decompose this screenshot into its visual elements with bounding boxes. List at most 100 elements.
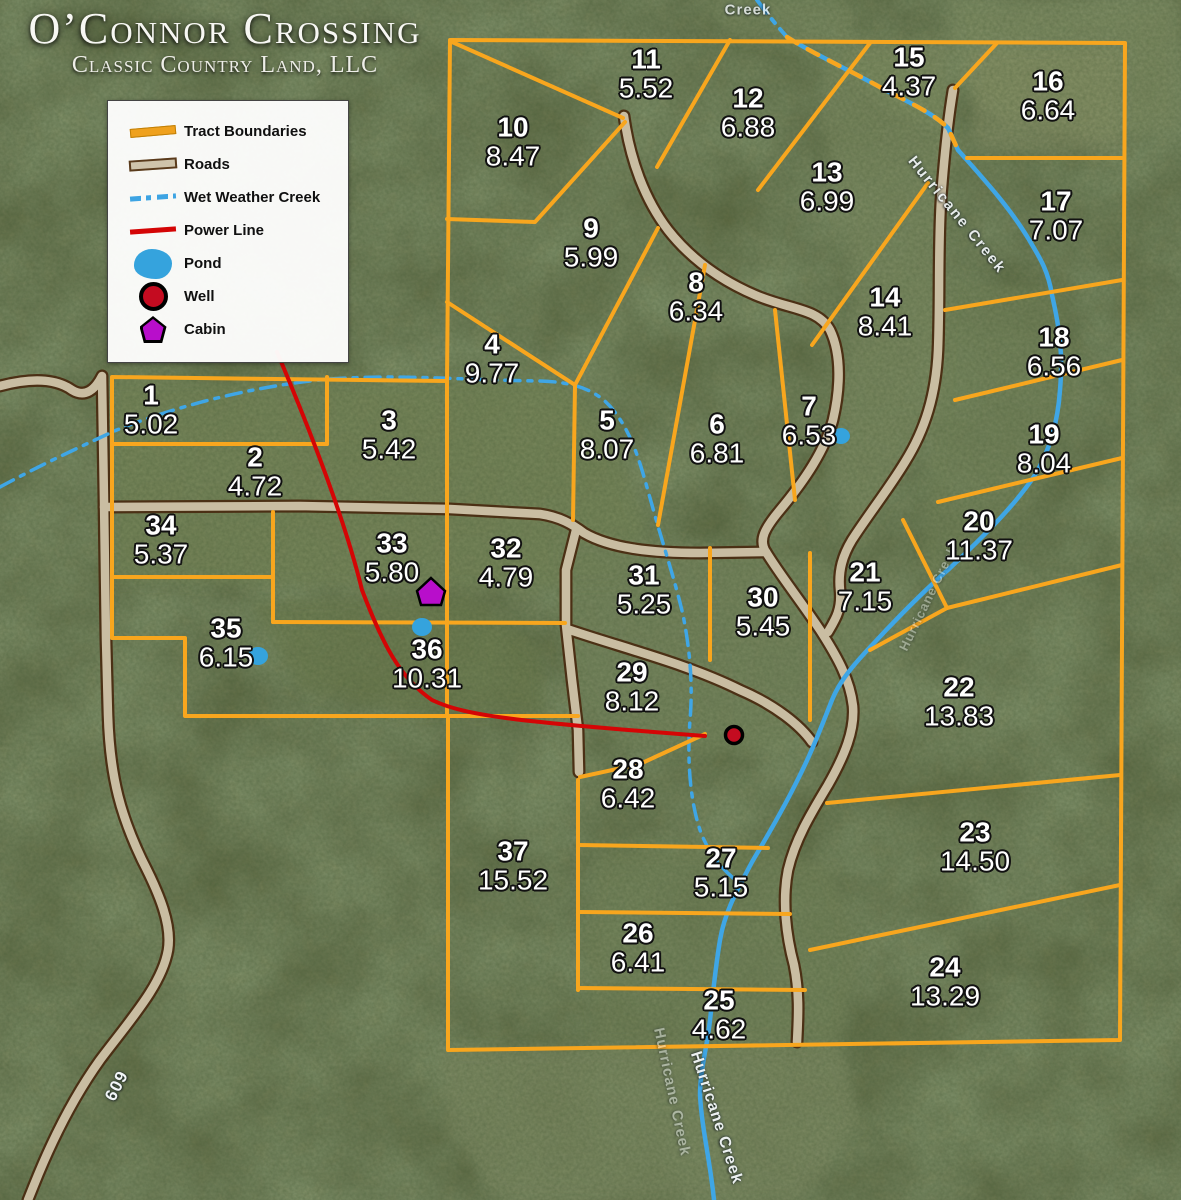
tract-label-17: 17 7.07 (1029, 187, 1084, 244)
tract-number: 17 (1040, 185, 1072, 217)
tract-label-27: 27 5.15 (694, 844, 749, 901)
legend-label: Power Line (184, 222, 265, 239)
legend-label: Well (184, 288, 215, 305)
tract-number: 10 (497, 111, 529, 143)
tract-number: 11 (631, 43, 661, 75)
tract-acreage: 8.12 (604, 685, 660, 716)
legend: Tract Boundaries Roads Wet Weather Creek Po… (107, 100, 349, 363)
tract-number: 25 (703, 984, 735, 1016)
tract-number: 34 (145, 509, 177, 541)
tract-acreage: 4.62 (691, 1013, 747, 1044)
tract-number: 31 (628, 559, 660, 591)
tract-number: 35 (210, 612, 242, 644)
tract-label-33: 33 5.80 (365, 529, 420, 586)
tract-label-14: 14 8.41 (858, 283, 913, 340)
legend-item-pond: Pond (108, 247, 348, 280)
tract-acreage: 6.42 (600, 782, 656, 813)
tract-acreage: 5.37 (133, 538, 189, 569)
tract-number: 33 (376, 527, 408, 559)
tract-label-9: 9 5.99 (564, 214, 619, 271)
legend-item-cabin: Cabin (108, 313, 348, 346)
tract-label-3: 3 5.42 (362, 406, 417, 463)
tract-label-20: 20 11.37 (945, 507, 1013, 564)
legend-label: Roads (184, 156, 230, 173)
tract-acreage: 8.47 (485, 140, 541, 171)
tract-acreage: 5.15 (693, 871, 749, 902)
tract-label-5: 5 8.07 (580, 406, 635, 463)
tract-label-32: 32 4.79 (479, 534, 534, 591)
creek-icon (122, 193, 184, 202)
tract-acreage: 4.37 (881, 70, 937, 101)
legend-item-creek: Wet Weather Creek (108, 181, 348, 214)
tract-label-13: 13 6.99 (800, 158, 855, 215)
tract-number: 32 (490, 532, 522, 564)
tract-number: 29 (616, 656, 648, 688)
tract-number: 24 (929, 951, 961, 983)
tract-acreage: 6.41 (610, 946, 666, 977)
tract-label-4: 4 9.77 (465, 330, 520, 387)
tract-number: 1 (143, 379, 159, 411)
tract-number: 7 (801, 390, 817, 422)
tract-acreage: 14.50 (939, 845, 1011, 876)
tract-number: 23 (959, 816, 991, 848)
tract-acreage: 5.45 (735, 610, 791, 641)
legend-item-tract: Tract Boundaries (108, 115, 348, 148)
tract-acreage: 5.80 (364, 556, 420, 587)
tract-acreage: 5.52 (618, 72, 674, 103)
tract-number: 26 (622, 917, 654, 949)
creek-label: Creek (724, 1, 772, 19)
tract-number: 6 (709, 408, 725, 440)
tract-number: 14 (869, 281, 901, 313)
tract-number: 20 (963, 505, 995, 537)
tract-label-12: 12 6.88 (721, 84, 776, 141)
pond-icon (122, 248, 184, 279)
tract-label-34: 34 5.37 (134, 511, 189, 568)
tract-number: 3 (381, 404, 397, 436)
tract-number: 12 (732, 82, 764, 114)
tract-label-21: 21 7.15 (838, 558, 893, 615)
tract-acreage: 13.29 (909, 980, 981, 1011)
tract-label-8: 8 6.34 (669, 268, 724, 325)
tract-acreage: 5.25 (616, 588, 672, 619)
tract-number: 5 (599, 404, 615, 436)
tract-label-10: 10 8.47 (486, 113, 541, 170)
tract-acreage: 7.07 (1028, 214, 1084, 245)
tract-label-2: 2 4.72 (228, 443, 283, 500)
tract-acreage: 8.07 (579, 433, 635, 464)
legend-item-power: Power Line (108, 214, 348, 247)
tract-acreage: 8.04 (1016, 447, 1072, 478)
tract-number: 22 (943, 671, 975, 703)
tract-acreage: 10.31 (391, 662, 463, 693)
tract-label-31: 31 5.25 (617, 561, 672, 618)
tract-label-11: 11 5.52 (619, 45, 674, 102)
legend-label: Pond (184, 255, 222, 272)
tract-label-16: 16 6.64 (1021, 67, 1076, 124)
tract-acreage: 6.81 (689, 437, 745, 468)
legend-label: Wet Weather Creek (184, 189, 321, 206)
legend-label: Cabin (184, 321, 226, 338)
tract-number: 28 (612, 753, 644, 785)
tract-label-22: 22 13.83 (924, 673, 994, 730)
tract-acreage: 6.64 (1020, 94, 1076, 125)
tract-acreage: 5.99 (563, 241, 619, 272)
legend-item-road: Roads (108, 148, 348, 181)
tract-acreage: 6.56 (1026, 350, 1082, 381)
tract-label-36: 36 10.31 (392, 635, 462, 692)
power-icon (122, 226, 184, 235)
map-title: O’Connor Crossing (28, 4, 422, 53)
tract-label-25: 25 4.62 (692, 986, 747, 1043)
tract-acreage: 5.02 (123, 408, 179, 439)
tract-number: 15 (893, 41, 925, 73)
tract-number: 8 (688, 266, 704, 298)
tract-number: 2 (247, 441, 263, 473)
cabin-icon (122, 316, 184, 343)
tract-acreage: 6.53 (781, 419, 837, 450)
tract-acreage: 13.83 (923, 700, 995, 731)
tract-acreage: 6.34 (668, 295, 724, 326)
tract-acreage: 7.15 (837, 585, 893, 616)
tract-label-23: 23 14.50 (940, 818, 1010, 875)
tract-number: 30 (747, 581, 779, 613)
map-subtitle: Classic Country Land, LLC (71, 52, 379, 79)
tract-number: 18 (1038, 321, 1070, 353)
tract-label-7: 7 6.53 (782, 392, 837, 449)
